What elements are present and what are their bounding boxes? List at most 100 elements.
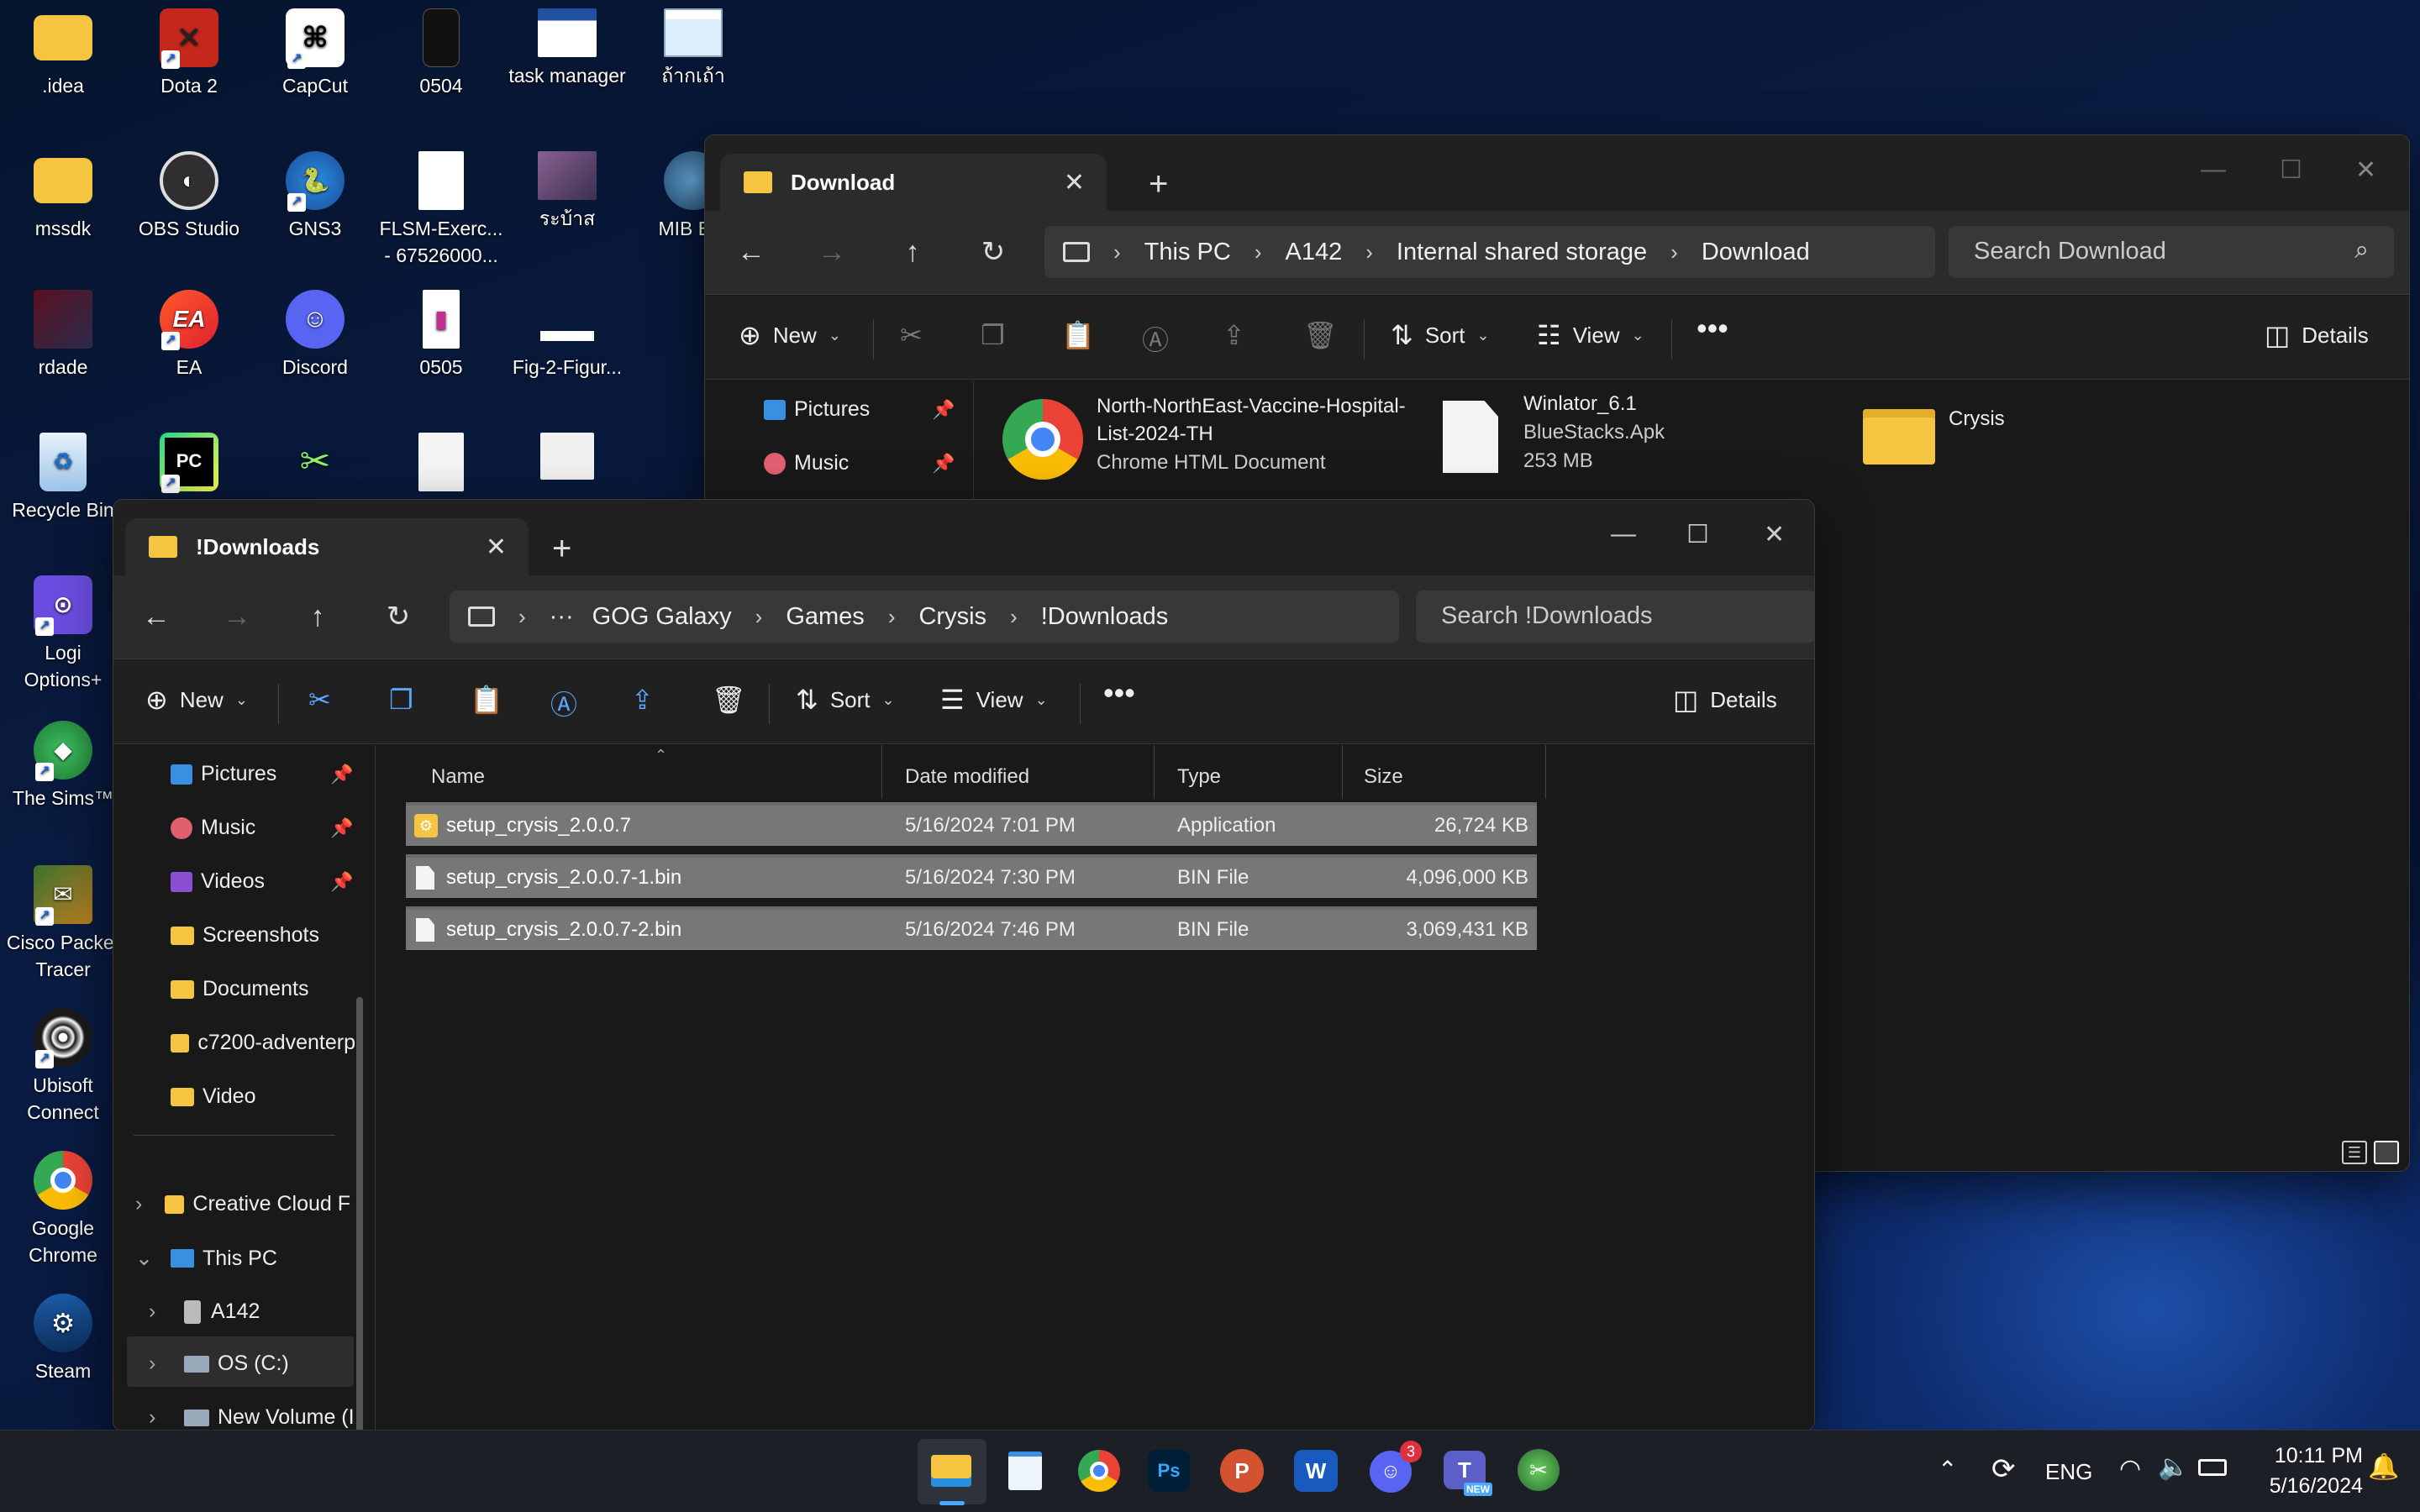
file-explorer-icon[interactable] bbox=[926, 1446, 976, 1496]
breadcrumb-downloads[interactable]: !Downloads bbox=[1041, 603, 1169, 631]
up-button[interactable]: ↑ bbox=[297, 596, 339, 638]
desktop-icon-recycle-bin[interactable]: ♻ Recycle Bin bbox=[0, 433, 126, 523]
breadcrumb-gog-galaxy[interactable]: GOG Galaxy bbox=[592, 603, 732, 631]
title-bar[interactable]: !Downloads ✕ + — ☐ ✕ bbox=[113, 500, 1814, 575]
desktop-icon-document[interactable] bbox=[378, 433, 504, 496]
close-tab-icon[interactable]: ✕ bbox=[1064, 168, 1085, 197]
maximize-button[interactable]: ☐ bbox=[1686, 520, 1709, 549]
refresh-button[interactable]: ↻ bbox=[972, 231, 1014, 273]
chevron-right-icon[interactable]: › bbox=[149, 1352, 184, 1376]
paste-button[interactable]: 📋 bbox=[1061, 319, 1107, 351]
up-button[interactable]: ↑ bbox=[892, 231, 934, 273]
tiles-view-icon[interactable] bbox=[2374, 1141, 2399, 1164]
breadcrumb-this-pc[interactable]: This PC bbox=[1144, 239, 1231, 266]
desktop-icon-capture-tool[interactable]: ✂ bbox=[252, 433, 378, 496]
more-options-button[interactable]: ••• bbox=[1697, 311, 1728, 346]
chevron-down-icon[interactable]: ⌄ bbox=[135, 1246, 171, 1271]
new-tab-button[interactable]: + bbox=[552, 530, 571, 568]
refresh-button[interactable]: ↻ bbox=[377, 596, 419, 638]
nav-item-c7200[interactable]: c7200-adventerp bbox=[171, 1031, 355, 1055]
nav-item-pictures[interactable]: Pictures 📌 bbox=[764, 397, 955, 422]
chevron-right-icon[interactable]: › bbox=[149, 1299, 184, 1324]
desktop-icon-cisco-packet-tracer[interactable]: ✉ ↗ Cisco Packet Tracer bbox=[0, 865, 126, 983]
desktop-icon-google-chrome[interactable]: Google Chrome bbox=[0, 1151, 126, 1268]
view-button[interactable]: ☷ View ⌄ bbox=[1537, 319, 1644, 351]
desktop-icon-mssdk[interactable]: mssdk bbox=[0, 151, 126, 242]
maximize-button[interactable]: ☐ bbox=[2280, 155, 2302, 185]
nav-item-creative-cloud[interactable]: › Creative Cloud F bbox=[135, 1192, 350, 1216]
desktop-icon-gns3[interactable]: 🐍 ↗ GNS3 bbox=[252, 151, 378, 242]
view-button[interactable]: ☰ View ⌄ bbox=[940, 684, 1048, 716]
nav-item-music[interactable]: Music 📌 bbox=[171, 816, 353, 840]
minimize-button[interactable]: — bbox=[2201, 155, 2226, 184]
start-button[interactable] bbox=[850, 1446, 901, 1496]
file-item-winlator[interactable]: Winlator_6.1 BlueStacks.Apk 253 MB bbox=[1443, 392, 1695, 493]
desktop-icon-task-manager[interactable]: task manager bbox=[504, 8, 630, 89]
table-row[interactable]: setup_crysis_2.0.0.7-1.bin 5/16/2024 7:3… bbox=[406, 854, 1537, 898]
explorer-window-downloads[interactable]: !Downloads ✕ + — ☐ ✕ ← → ↑ ↻ › ··· › GOG… bbox=[113, 499, 1815, 1431]
desktop-icon-ea[interactable]: EA ↗ EA bbox=[126, 290, 252, 381]
column-header-type[interactable]: Type bbox=[1177, 765, 1221, 789]
desktop-icon-thai-doc[interactable]: ถ้ากเถ้า bbox=[630, 8, 756, 89]
desktop-icon-ubisoft-connect[interactable]: ↗ Ubisoft Connect bbox=[0, 1008, 126, 1126]
nav-item-new-volume[interactable]: › New Volume (I bbox=[149, 1405, 359, 1430]
desktop-icon-fig-2[interactable]: Fig-2-Figur... bbox=[504, 290, 630, 381]
copy-button[interactable]: ❐ bbox=[981, 319, 1017, 351]
notepad-icon[interactable] bbox=[1000, 1446, 1050, 1496]
desktop-icon-dota-2[interactable]: ✕ ↗ Dota 2 bbox=[126, 8, 252, 99]
cut-button[interactable]: ✂ bbox=[900, 319, 934, 351]
language-indicator[interactable]: ENG bbox=[2045, 1459, 2092, 1485]
sync-icon[interactable]: ⟳ bbox=[1991, 1452, 2016, 1486]
battery-icon[interactable] bbox=[2198, 1459, 2227, 1476]
share-button[interactable]: ⇪ bbox=[1223, 319, 1257, 351]
show-hidden-icons-button[interactable]: ⌃ bbox=[1938, 1456, 1957, 1483]
share-button[interactable]: ⇪ bbox=[631, 684, 666, 716]
delete-button[interactable]: 🗑 bbox=[712, 684, 758, 716]
column-header-size[interactable]: Size bbox=[1364, 765, 1403, 789]
desktop-icon-capcut[interactable]: ⌘ ↗ CapCut bbox=[252, 8, 378, 99]
close-window-button[interactable]: ✕ bbox=[2355, 155, 2376, 185]
desktop-icon-photo[interactable]: ระบ้าส bbox=[504, 151, 630, 232]
title-bar[interactable]: Download ✕ + — ☐ ✕ bbox=[705, 135, 2409, 211]
breadcrumb-overflow[interactable]: ··· bbox=[550, 603, 574, 631]
wifi-icon[interactable]: ◠ bbox=[2119, 1454, 2141, 1483]
close-window-button[interactable]: ✕ bbox=[1764, 520, 1785, 549]
gns3-icon[interactable]: ✂ bbox=[1518, 1449, 1560, 1491]
word-icon[interactable]: W bbox=[1294, 1450, 1338, 1492]
file-item-vaccine-list[interactable]: North-NorthEast-Vaccine-Hospital-List-20… bbox=[1002, 392, 1406, 493]
copy-button[interactable]: ❐ bbox=[389, 684, 425, 716]
tab-download[interactable]: Download ✕ bbox=[720, 154, 1107, 211]
desktop-icon-0505[interactable]: ▮ 0505 bbox=[378, 290, 504, 381]
breadcrumb-games[interactable]: Games bbox=[786, 603, 864, 631]
back-button[interactable]: ← bbox=[135, 596, 177, 638]
nav-item-os-c[interactable]: › OS (C:) bbox=[149, 1352, 289, 1376]
nav-item-videos[interactable]: Videos 📌 bbox=[171, 869, 353, 894]
desktop-icon-steam[interactable]: ⚙ Steam bbox=[0, 1294, 126, 1384]
minimize-button[interactable]: — bbox=[1611, 520, 1636, 549]
photoshop-icon[interactable]: Ps bbox=[1148, 1450, 1190, 1492]
paste-button[interactable]: 📋 bbox=[470, 684, 515, 716]
folder-item-crysis[interactable]: Crysis bbox=[1863, 392, 2115, 493]
nav-item-this-pc[interactable]: ⌄ This PC bbox=[135, 1246, 277, 1271]
rename-button[interactable]: Ⓐ bbox=[550, 684, 589, 722]
details-button[interactable]: ◫ Details bbox=[2265, 319, 2369, 351]
sort-button[interactable]: ⇅ Sort ⌄ bbox=[1391, 319, 1490, 351]
volume-icon[interactable]: 🔈 bbox=[2158, 1452, 2189, 1482]
clock-date[interactable]: 5/16/2024 bbox=[2249, 1474, 2363, 1499]
nav-item-documents[interactable]: Documents bbox=[171, 977, 308, 1001]
nav-scrollbar[interactable] bbox=[356, 997, 363, 1431]
desktop-icon-pycharm[interactable]: PC ↗ bbox=[126, 433, 252, 496]
cut-button[interactable]: ✂ bbox=[308, 684, 343, 716]
breadcrumb-internal-storage[interactable]: Internal shared storage bbox=[1397, 239, 1647, 266]
search-input[interactable]: Search !Downloads bbox=[1416, 591, 1814, 643]
breadcrumb-a142[interactable]: A142 bbox=[1285, 239, 1342, 266]
desktop-icon-logi-options[interactable]: ⊙ ↗ Logi Options+ bbox=[0, 575, 126, 693]
nav-item-video[interactable]: Video bbox=[171, 1084, 256, 1109]
chevron-right-icon[interactable]: › bbox=[149, 1405, 184, 1430]
breadcrumb-download[interactable]: Download bbox=[1702, 239, 1810, 266]
desktop-icon-idea[interactable]: .idea bbox=[0, 8, 126, 99]
details-button[interactable]: ◫ Details bbox=[1673, 684, 1777, 716]
sort-button[interactable]: ⇅ Sort ⌄ bbox=[796, 684, 895, 716]
powerpoint-icon[interactable]: P bbox=[1220, 1449, 1264, 1493]
column-header-date[interactable]: Date modified bbox=[905, 765, 1029, 789]
